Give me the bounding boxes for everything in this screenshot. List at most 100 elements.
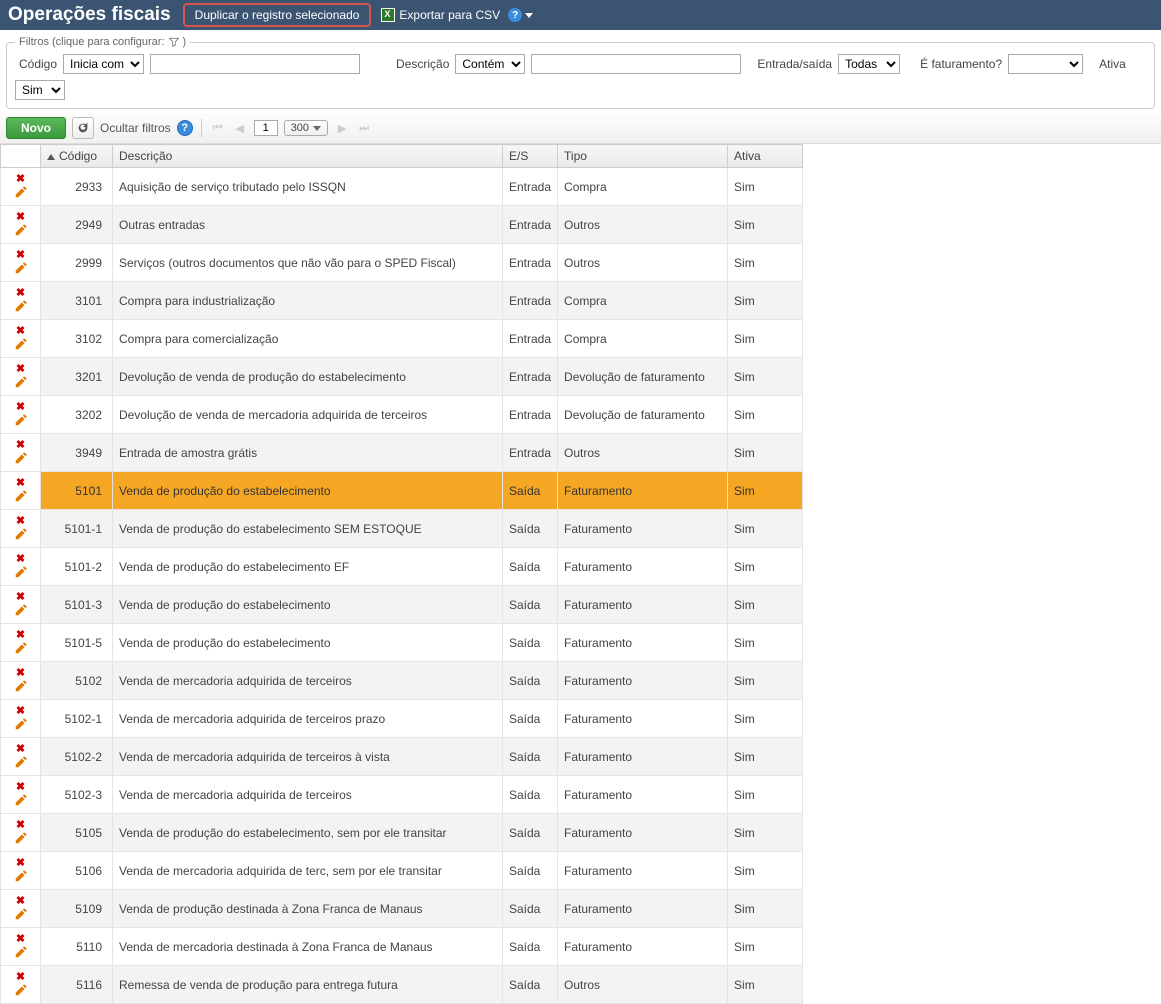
- edit-icon[interactable]: [14, 945, 28, 959]
- edit-icon[interactable]: [14, 413, 28, 427]
- col-ativa-header[interactable]: Ativa: [728, 145, 803, 168]
- delete-icon[interactable]: ✖: [15, 210, 27, 223]
- edit-icon[interactable]: [14, 185, 28, 199]
- delete-icon[interactable]: ✖: [15, 362, 27, 375]
- table-row[interactable]: ✖ 5102Venda de mercadoria adquirida de t…: [1, 662, 803, 700]
- table-row[interactable]: ✖ 5102-3Venda de mercadoria adquirida de…: [1, 776, 803, 814]
- cell-ativa: Sim: [728, 434, 803, 472]
- filter-ativa-select[interactable]: Sim: [15, 80, 65, 100]
- table-row[interactable]: ✖ 5101-3Venda de produção do estabelecim…: [1, 586, 803, 624]
- separator: [201, 119, 202, 137]
- delete-icon[interactable]: ✖: [15, 286, 27, 299]
- edit-icon[interactable]: [14, 869, 28, 883]
- table-row[interactable]: ✖ 3202Devolução de venda de mercadoria a…: [1, 396, 803, 434]
- edit-icon[interactable]: [14, 489, 28, 503]
- table-row[interactable]: ✖ 5105Venda de produção do estabelecimen…: [1, 814, 803, 852]
- edit-icon[interactable]: [14, 679, 28, 693]
- filter-faturamento-select[interactable]: [1008, 54, 1083, 74]
- col-tipo-header[interactable]: Tipo: [558, 145, 728, 168]
- table-row[interactable]: ✖ 5101-2Venda de produção do estabelecim…: [1, 548, 803, 586]
- edit-icon[interactable]: [14, 261, 28, 275]
- table-row[interactable]: ✖ 3101Compra para industrializaçãoEntrad…: [1, 282, 803, 320]
- refresh-button[interactable]: [72, 117, 94, 139]
- edit-icon[interactable]: [14, 527, 28, 541]
- cell-es: Saída: [503, 738, 558, 776]
- cell-ativa: Sim: [728, 662, 803, 700]
- edit-icon[interactable]: [14, 337, 28, 351]
- page-size-select[interactable]: 300: [284, 120, 328, 136]
- pager-next-icon[interactable]: ▶: [334, 120, 350, 136]
- edit-icon[interactable]: [14, 565, 28, 579]
- filters-legend[interactable]: Filtros (clique para configurar: ): [15, 36, 190, 48]
- table-row[interactable]: ✖ 5101Venda de produção do estabelecimen…: [1, 472, 803, 510]
- table-row[interactable]: ✖ 5110Venda de mercadoria destinada à Zo…: [1, 928, 803, 966]
- delete-icon[interactable]: ✖: [15, 438, 27, 451]
- filter-es-select[interactable]: Todas: [838, 54, 900, 74]
- chevron-down-icon[interactable]: [525, 13, 533, 18]
- delete-icon[interactable]: ✖: [15, 628, 27, 641]
- delete-icon[interactable]: ✖: [15, 476, 27, 489]
- edit-icon[interactable]: [14, 603, 28, 617]
- delete-icon[interactable]: ✖: [15, 172, 27, 185]
- delete-icon[interactable]: ✖: [15, 704, 27, 717]
- table-row[interactable]: ✖ 2949Outras entradasEntradaOutrosSim: [1, 206, 803, 244]
- help-icon[interactable]: ?: [508, 8, 522, 22]
- filter-faturamento-label: É faturamento?: [920, 57, 1002, 71]
- table-row[interactable]: ✖ 5116Remessa de venda de produção para …: [1, 966, 803, 1004]
- delete-icon[interactable]: ✖: [15, 514, 27, 527]
- cell-tipo: Faturamento: [558, 624, 728, 662]
- delete-icon[interactable]: ✖: [15, 400, 27, 413]
- delete-icon[interactable]: ✖: [15, 666, 27, 679]
- table-row[interactable]: ✖ 2999Serviços (outros documentos que nã…: [1, 244, 803, 282]
- edit-icon[interactable]: [14, 717, 28, 731]
- edit-icon[interactable]: [14, 831, 28, 845]
- delete-icon[interactable]: ✖: [15, 780, 27, 793]
- table-row[interactable]: ✖ 3102Compra para comercializaçãoEntrada…: [1, 320, 803, 358]
- table-row[interactable]: ✖ 5102-2Venda de mercadoria adquirida de…: [1, 738, 803, 776]
- table-row[interactable]: ✖ 2933Aquisição de serviço tributado pel…: [1, 168, 803, 206]
- export-csv-link[interactable]: Exportar para CSV: [381, 8, 500, 22]
- table-row[interactable]: ✖ 5101-5Venda de produção do estabelecim…: [1, 624, 803, 662]
- col-descricao-header[interactable]: Descrição: [113, 145, 503, 168]
- filter-descricao-op[interactable]: Contém: [455, 54, 525, 74]
- edit-icon[interactable]: [14, 451, 28, 465]
- edit-icon[interactable]: [14, 907, 28, 921]
- edit-icon[interactable]: [14, 755, 28, 769]
- new-button[interactable]: Novo: [6, 117, 66, 139]
- pager-last-icon[interactable]: ⏭: [356, 120, 372, 136]
- duplicate-record-button[interactable]: Duplicar o registro selecionado: [183, 3, 372, 27]
- filter-codigo-input[interactable]: [150, 54, 360, 74]
- col-codigo-header[interactable]: Código: [41, 145, 113, 168]
- cell-tipo: Faturamento: [558, 890, 728, 928]
- delete-icon[interactable]: ✖: [15, 894, 27, 907]
- table-row[interactable]: ✖ 5102-1Venda de mercadoria adquirida de…: [1, 700, 803, 738]
- delete-icon[interactable]: ✖: [15, 970, 27, 983]
- col-es-header[interactable]: E/S: [503, 145, 558, 168]
- table-row[interactable]: ✖ 5106Venda de mercadoria adquirida de t…: [1, 852, 803, 890]
- edit-icon[interactable]: [14, 983, 28, 997]
- delete-icon[interactable]: ✖: [15, 552, 27, 565]
- edit-icon[interactable]: [14, 793, 28, 807]
- delete-icon[interactable]: ✖: [15, 324, 27, 337]
- delete-icon[interactable]: ✖: [15, 856, 27, 869]
- table-row[interactable]: ✖ 5109Venda de produção destinada à Zona…: [1, 890, 803, 928]
- edit-icon[interactable]: [14, 299, 28, 313]
- pager-prev-icon[interactable]: ◀: [232, 120, 248, 136]
- table-row[interactable]: ✖ 3201Devolução de venda de produção do …: [1, 358, 803, 396]
- page-number-input[interactable]: [254, 120, 278, 136]
- edit-icon[interactable]: [14, 641, 28, 655]
- hide-filters-link[interactable]: Ocultar filtros: [100, 121, 171, 135]
- edit-icon[interactable]: [14, 223, 28, 237]
- table-row[interactable]: ✖ 3949Entrada de amostra grátisEntradaOu…: [1, 434, 803, 472]
- toolbar-help-icon[interactable]: ?: [177, 120, 193, 136]
- delete-icon[interactable]: ✖: [15, 818, 27, 831]
- delete-icon[interactable]: ✖: [15, 932, 27, 945]
- table-row[interactable]: ✖ 5101-1Venda de produção do estabelecim…: [1, 510, 803, 548]
- delete-icon[interactable]: ✖: [15, 248, 27, 261]
- filter-codigo-op[interactable]: Inicia com: [63, 54, 144, 74]
- delete-icon[interactable]: ✖: [15, 590, 27, 603]
- filter-descricao-input[interactable]: [531, 54, 741, 74]
- pager-first-icon[interactable]: ⏮: [210, 120, 226, 136]
- edit-icon[interactable]: [14, 375, 28, 389]
- delete-icon[interactable]: ✖: [15, 742, 27, 755]
